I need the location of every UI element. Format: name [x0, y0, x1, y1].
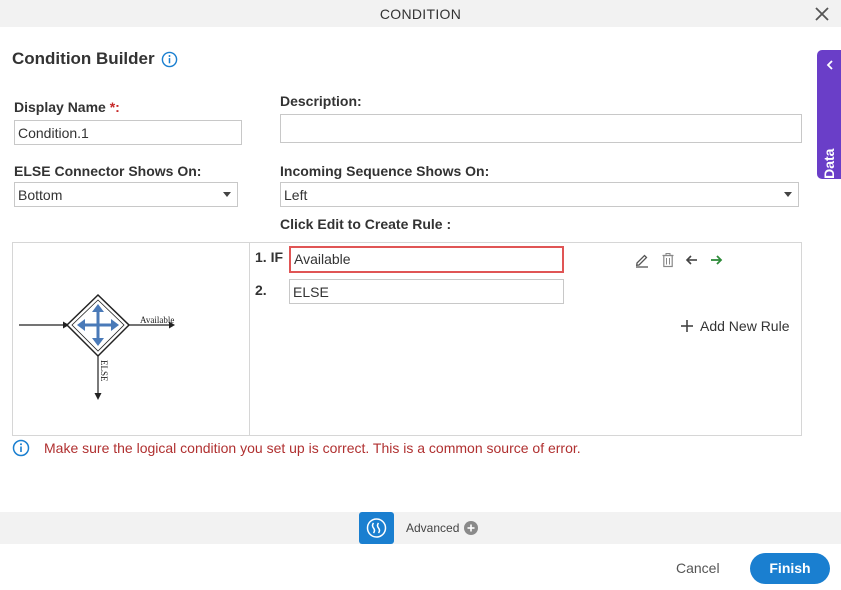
dialog-title-bar: CONDITION — [0, 0, 841, 27]
rule-number-2: 2. — [255, 282, 267, 298]
incoming-sequence-label: Incoming Sequence Shows On: — [280, 163, 490, 179]
chevron-down-icon — [784, 192, 792, 197]
else-connector-value: Bottom — [18, 187, 63, 203]
info-circle-icon — [12, 439, 30, 457]
description-input[interactable] — [280, 114, 802, 143]
edit-pencil-icon[interactable] — [634, 252, 650, 268]
plus-circle-icon[interactable] — [464, 521, 478, 535]
warning-message: Make sure the logical condition you set … — [44, 440, 581, 456]
incoming-sequence-select[interactable]: Left — [280, 182, 799, 207]
info-circle-icon[interactable] — [161, 51, 178, 68]
required-marker: *: — [109, 99, 120, 115]
plus-icon — [681, 320, 693, 332]
finish-button[interactable]: Finish — [750, 553, 830, 584]
diagram-else-label: ELSE — [99, 360, 109, 382]
arrow-left-icon[interactable] — [684, 252, 700, 268]
page-title: Condition Builder — [12, 49, 155, 68]
chevron-down-icon — [223, 192, 231, 197]
cancel-button[interactable]: Cancel — [676, 560, 720, 576]
advanced-label[interactable]: Advanced — [406, 521, 459, 535]
diagram-available-label: Available — [140, 315, 174, 325]
advanced-toggle-button[interactable] — [359, 512, 394, 544]
advanced-settings-icon — [366, 518, 387, 538]
rule-2-input[interactable]: ELSE — [289, 279, 564, 304]
add-new-rule-button[interactable]: Add New Rule — [680, 318, 790, 334]
delete-trash-icon[interactable] — [660, 252, 676, 268]
add-new-rule-label: Add New Rule — [700, 318, 790, 334]
arrow-right-icon[interactable] — [708, 252, 724, 268]
app-data-label: App Data — [821, 148, 837, 210]
display-name-label: Display Name *: — [14, 99, 120, 115]
rule-number-1: 1. IF — [255, 249, 284, 265]
incoming-sequence-value: Left — [284, 187, 308, 203]
app-data-tab[interactable]: App Data — [817, 50, 841, 210]
panel-divider — [249, 243, 250, 435]
condition-diagram: Available ELSE — [19, 293, 175, 400]
rule-hint: Click Edit to Create Rule : — [280, 216, 452, 232]
else-connector-label: ELSE Connector Shows On: — [14, 163, 202, 179]
chevron-left-icon — [826, 60, 833, 70]
display-name-input[interactable]: Condition.1 — [14, 120, 242, 145]
dialog-title: CONDITION — [379, 6, 462, 22]
else-connector-select[interactable]: Bottom — [14, 182, 238, 207]
description-label: Description: — [280, 93, 362, 109]
close-icon[interactable] — [812, 4, 832, 24]
rule-1-input[interactable]: Available — [289, 246, 564, 273]
